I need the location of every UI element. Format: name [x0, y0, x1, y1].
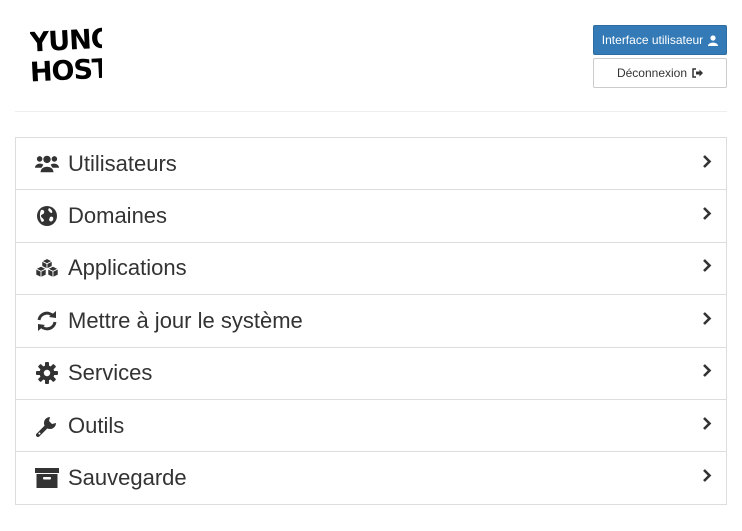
chevron-right-icon	[702, 154, 712, 173]
sign-out-icon	[692, 68, 704, 78]
menu-item-tools[interactable]: Outils	[16, 400, 726, 453]
users-icon	[35, 152, 59, 176]
chevron-right-icon	[702, 259, 712, 278]
logo-line-2: HOST	[30, 53, 102, 88]
cubes-icon	[35, 256, 59, 280]
menu-item-label: Mettre à jour le système	[68, 307, 303, 333]
yunohost-logo: YUNO HOST	[28, 23, 114, 88]
menu-item-label: Utilisateurs	[68, 150, 177, 176]
user-interface-label: Interface utilisateur	[601, 33, 704, 47]
gear-icon	[35, 361, 59, 385]
menu-item-label: Sauvegarde	[68, 465, 187, 491]
menu-item-users[interactable]: Utilisateurs	[16, 138, 726, 191]
main-menu: Utilisateurs Domaines Applications Mettr…	[15, 137, 727, 505]
chevron-right-icon	[702, 207, 712, 226]
menu-item-domains[interactable]: Domaines	[16, 190, 726, 243]
archive-icon	[35, 466, 59, 490]
chevron-right-icon	[702, 469, 712, 488]
chevron-right-icon	[702, 311, 712, 330]
refresh-icon	[35, 309, 59, 333]
header-divider	[15, 111, 727, 112]
globe-icon	[35, 204, 59, 228]
menu-item-label: Services	[68, 360, 153, 386]
menu-item-applications[interactable]: Applications	[16, 243, 726, 296]
menu-item-label: Domaines	[68, 203, 168, 229]
chevron-right-icon	[702, 416, 712, 435]
logout-button[interactable]: Déconnexion	[593, 58, 727, 88]
menu-item-backup[interactable]: Sauvegarde	[16, 452, 726, 505]
logout-label: Déconnexion	[616, 66, 688, 80]
user-icon	[708, 34, 719, 46]
menu-item-label: Outils	[68, 412, 125, 438]
chevron-right-icon	[702, 364, 712, 383]
user-interface-button[interactable]: Interface utilisateur	[593, 25, 727, 55]
wrench-icon	[35, 414, 59, 438]
menu-item-services[interactable]: Services	[16, 348, 726, 400]
menu-item-label: Applications	[68, 255, 187, 281]
menu-item-system-update[interactable]: Mettre à jour le système	[16, 295, 726, 348]
